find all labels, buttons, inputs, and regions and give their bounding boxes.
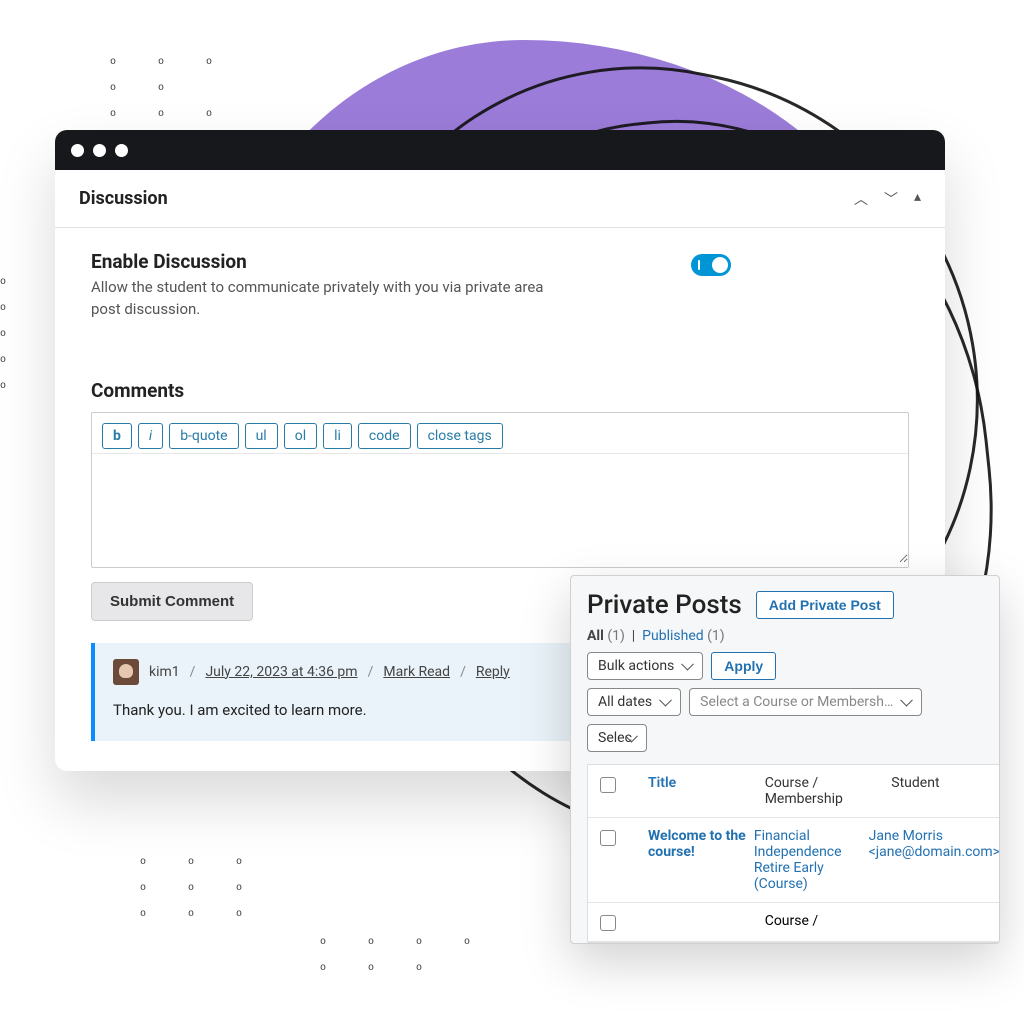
comments-heading: Comments — [91, 379, 909, 402]
discussion-panel-header: Discussion ︿ ﹀ ▴ — [55, 170, 945, 228]
comment-textarea[interactable] — [92, 453, 908, 563]
quicktag-closetags-button[interactable]: close tags — [417, 423, 503, 449]
panel-move-up-icon[interactable]: ︿ — [854, 189, 868, 209]
filter-all-label[interactable]: All — [587, 628, 604, 644]
decorative-dots: oo o oo — [0, 270, 60, 400]
window-control-close[interactable] — [71, 144, 84, 157]
quicktag-ol-button[interactable]: ol — [284, 423, 317, 449]
separator: / — [190, 664, 196, 680]
window-control-maximize[interactable] — [115, 144, 128, 157]
select-all-checkbox[interactable] — [600, 777, 616, 793]
filter-published-count: (1) — [707, 628, 725, 644]
bulk-actions-select[interactable]: Bulk actions — [587, 652, 703, 680]
mark-read-link[interactable]: Mark Read — [383, 664, 450, 680]
separator: / — [460, 664, 466, 680]
course-filter-select[interactable]: Select a Course or Membersh… — [689, 688, 922, 716]
filter-all-count: (1) — [607, 628, 625, 644]
panel-move-down-icon[interactable]: ﹀ — [884, 189, 898, 209]
table-row: Welcome to the course! Financial Indepen… — [588, 818, 1000, 903]
all-dates-select[interactable]: All dates — [587, 688, 681, 716]
enable-description: Allow the student to communicate private… — [91, 277, 571, 321]
comment-author: kim1 — [149, 664, 180, 680]
enable-discussion-row: Enable Discussion Allow the student to c… — [91, 250, 731, 321]
separator: / — [368, 664, 374, 680]
table-row: Course / — [588, 903, 1000, 942]
decorative-dots: o o o o o o o — [320, 930, 580, 982]
footer-course-label: Course / — [765, 913, 884, 929]
quicktag-bold-button[interactable]: b — [102, 423, 132, 449]
enable-discussion-toggle[interactable] — [691, 254, 731, 276]
quicktag-ul-button[interactable]: ul — [245, 423, 278, 449]
window-titlebar — [55, 130, 945, 170]
quicktag-code-button[interactable]: code — [358, 423, 411, 449]
row-checkbox[interactable] — [600, 830, 616, 846]
quicktag-bquote-button[interactable]: b-quote — [169, 423, 238, 449]
table-header-row: Title Course / Membership Student — [588, 765, 1000, 818]
enable-heading: Enable Discussion — [91, 250, 571, 273]
post-student-link[interactable]: Jane Morris <jane@domain.com> — [869, 828, 1000, 860]
add-private-post-button[interactable]: Add Private Post — [756, 591, 894, 619]
decorative-dots: o o o o o oo o o — [140, 850, 360, 928]
window-control-minimize[interactable] — [93, 144, 106, 157]
quicktag-li-button[interactable]: li — [323, 423, 352, 449]
post-title-link[interactable]: Welcome to the course! — [648, 828, 746, 860]
filter-published-link[interactable]: Published — [642, 628, 703, 644]
row-checkbox[interactable] — [600, 915, 616, 931]
private-posts-table: Title Course / Membership Student Welcom… — [587, 764, 1000, 943]
column-course: Course / Membership — [765, 775, 884, 807]
apply-button[interactable]: Apply — [711, 652, 776, 680]
submit-comment-button[interactable]: Submit Comment — [91, 582, 253, 621]
quicktags-toolbar: b i b-quote ul ol li code close tags — [92, 413, 908, 453]
quicktag-italic-button[interactable]: i — [138, 423, 163, 449]
select-truncated[interactable]: Selec — [587, 724, 647, 752]
panel-title: Discussion — [79, 188, 168, 209]
private-posts-panel: Private Posts Add Private Post All (1) |… — [570, 575, 1000, 944]
comment-timestamp-link[interactable]: July 22, 2023 at 4:36 pm — [205, 664, 357, 680]
reply-link[interactable]: Reply — [476, 664, 510, 680]
post-status-filters: All (1) | Published (1) — [587, 628, 983, 644]
column-title[interactable]: Title — [648, 775, 757, 807]
comment-editor: b i b-quote ul ol li code close tags — [91, 412, 909, 568]
column-student: Student — [891, 775, 1000, 807]
post-course-link[interactable]: Financial Independence Retire Early (Cou… — [754, 828, 842, 892]
avatar — [113, 659, 139, 685]
private-posts-title: Private Posts — [587, 590, 742, 620]
panel-collapse-icon[interactable]: ▴ — [914, 189, 921, 209]
